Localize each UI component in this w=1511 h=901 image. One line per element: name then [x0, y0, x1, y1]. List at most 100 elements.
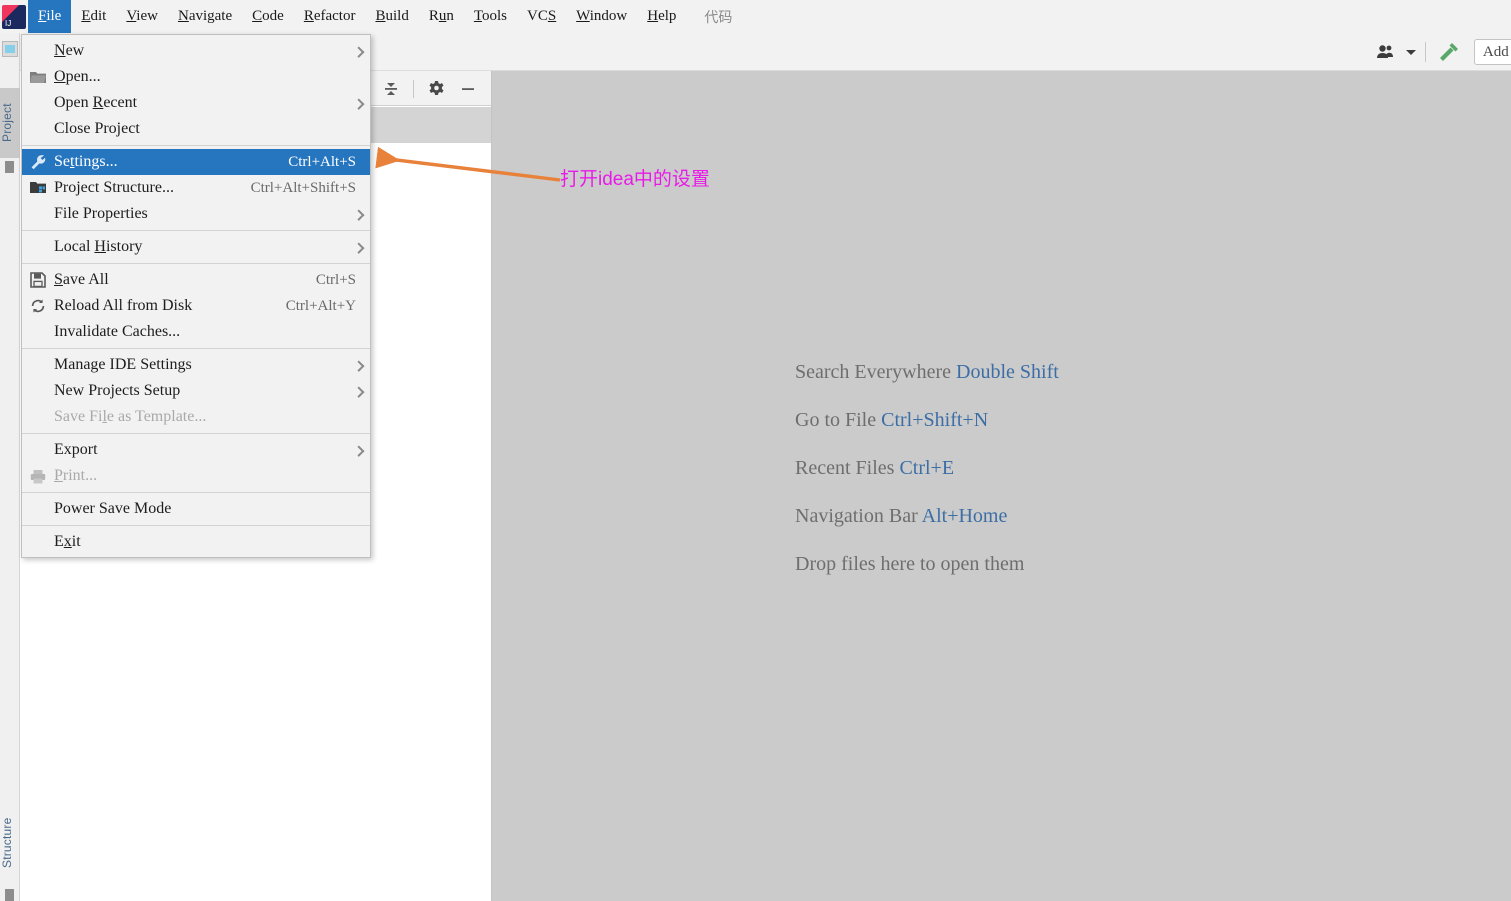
menu-item-invalidate-caches[interactable]: Invalidate Caches...: [22, 319, 370, 345]
shortcut-hint-text: Drop files here to open them: [795, 553, 1025, 575]
menubar-item-navigate[interactable]: Navigate: [168, 0, 242, 33]
toolbar-right-group: Add Co: [1369, 33, 1511, 71]
printer-icon: [29, 467, 47, 485]
menu-item-label: Open...: [54, 68, 101, 85]
menubar-item-code[interactable]: Code: [242, 0, 294, 33]
menu-item-label: New: [54, 42, 85, 59]
user-accounts-icon[interactable]: [1369, 37, 1403, 67]
menubar-item-run[interactable]: Run: [419, 0, 464, 33]
menu-item-label: File Properties: [54, 205, 148, 222]
menu-item-label: Invalidate Caches...: [54, 323, 181, 340]
menu-item-close-project[interactable]: Close Project: [22, 116, 370, 142]
stripe-marker-2: [5, 889, 14, 901]
shortcut-hint-row: Go to File Ctrl+Shift+N: [795, 409, 1059, 432]
add-configuration-button[interactable]: Add Co: [1473, 39, 1511, 65]
menu-item-new-projects-setup[interactable]: New Projects Setup: [22, 378, 370, 404]
menubar-item-edit[interactable]: Edit: [71, 0, 116, 33]
menu-item-shortcut: Ctrl+Alt+Y: [285, 297, 356, 314]
menu-item-reload-all-from-disk[interactable]: Reload All from Disk Ctrl+Alt+Y: [22, 293, 370, 319]
shortcut-hint-row: Recent Files Ctrl+E: [795, 457, 1059, 480]
menubar-item-label: Build: [375, 8, 409, 24]
shortcut-hint-keys: Alt+Home: [921, 505, 1008, 527]
ide-window: File Edit View Navigate Code Refactor Build Run…: [0, 0, 1511, 901]
menu-item-label: Open Recent: [54, 94, 138, 111]
menubar-item-help[interactable]: Help: [637, 0, 686, 33]
menu-item-save-file-as-template: Save File as Template...: [22, 404, 370, 430]
menubar-item-tools[interactable]: Tools: [464, 0, 517, 33]
menu-item-label: Close Project: [54, 120, 140, 137]
menu-divider: [22, 348, 370, 349]
menu-item-print: Print...: [22, 463, 370, 489]
menu-item-open[interactable]: Open...: [22, 64, 370, 90]
project-structure-icon: [29, 179, 47, 197]
shortcut-hint-text: Navigation Bar: [795, 505, 922, 527]
shortcut-hint-row: Search Everywhere Double Shift: [795, 361, 1059, 384]
menu-item-shortcut: Ctrl+Alt+Shift+S: [250, 179, 356, 196]
add-configuration-label: Add Co: [1482, 43, 1511, 60]
menubar-item-file[interactable]: File: [28, 0, 72, 33]
annotation-label: 打开idea中的设置: [560, 169, 710, 190]
file-menu-dropdown: New Open... Open Recent Close Project Settin…: [21, 34, 371, 558]
menubar-item-label: Edit: [81, 8, 107, 24]
menu-item-file-properties[interactable]: File Properties: [22, 201, 370, 227]
menu-item-manage-ide-settings[interactable]: Manage IDE Settings: [22, 352, 370, 378]
menubar-item-refactor[interactable]: Refactor: [294, 0, 366, 33]
chevron-down-icon[interactable]: [1403, 37, 1419, 67]
menu-item-project-structure[interactable]: Project Structure... Ctrl+Alt+Shift+S: [22, 175, 370, 201]
menu-item-open-recent[interactable]: Open Recent: [22, 90, 370, 116]
hide-minimize-icon[interactable]: [453, 76, 483, 102]
wrench-settings-icon: [29, 153, 47, 171]
shortcut-hint-row: Drop files here to open them: [795, 553, 1059, 576]
menubar-item-label: Tools: [473, 8, 507, 24]
menu-item-label: Reload All from Disk: [54, 297, 193, 314]
menubar-item-view[interactable]: View: [116, 0, 168, 33]
menu-bar: File Edit View Navigate Code Refactor Build Run…: [0, 0, 1511, 33]
menu-item-new[interactable]: New: [22, 38, 370, 64]
menubar-item-label: Code: [252, 8, 284, 24]
menubar-item-build[interactable]: Build: [365, 0, 418, 33]
stripe-marker: [5, 161, 14, 173]
menu-item-save-all[interactable]: Save All Ctrl+S: [22, 267, 370, 293]
menu-item-export[interactable]: Export: [22, 437, 370, 463]
shortcut-hint-text: Recent Files: [795, 457, 900, 479]
project-window-icon[interactable]: [2, 41, 18, 57]
menubar-item-label: Run: [428, 8, 454, 24]
toolbar-separator: [1424, 42, 1426, 62]
reload-refresh-icon: [29, 297, 47, 315]
menubar-item-label: VCS: [526, 8, 557, 24]
sidebar-item-structure[interactable]: Structure: [0, 803, 20, 883]
collapse-all-icon[interactable]: [376, 76, 406, 102]
sidebar-item-project[interactable]: Project: [0, 88, 20, 158]
menu-item-settings[interactable]: Settings... Ctrl+Alt+S: [22, 149, 370, 175]
menubar-extra-label: 代码: [704, 8, 733, 25]
menu-item-label: Settings...: [54, 153, 118, 170]
menu-item-power-save-mode[interactable]: Power Save Mode: [22, 496, 370, 522]
shortcut-hint-keys: Ctrl+Shift+N: [881, 409, 989, 431]
shortcut-hint-text: Go to File: [795, 409, 882, 431]
menu-item-local-history[interactable]: Local History: [22, 234, 370, 260]
folder-open-icon: [29, 68, 47, 86]
menu-divider: [22, 145, 370, 146]
menubar-item-window[interactable]: Window: [566, 0, 637, 33]
shortcut-hint-keys: Double Shift: [956, 361, 1059, 383]
menu-item-label: Manage IDE Settings: [54, 356, 192, 373]
menubar-item-vcs[interactable]: VCS: [517, 0, 566, 33]
menu-item-label: Save File as Template...: [54, 408, 207, 425]
editor-empty-area: Search Everywhere Double Shift Go to File…: [492, 71, 1511, 901]
menubar-item-label: Window: [576, 8, 628, 24]
menubar-item-label: File: [38, 8, 62, 24]
menu-item-shortcut: Ctrl+S: [315, 271, 356, 288]
save-disk-icon: [29, 271, 47, 289]
left-tool-window-stripe: Project Structure es: [0, 33, 20, 901]
menu-item-label: Exit: [54, 533, 81, 550]
menu-item-label: Project Structure...: [54, 179, 174, 196]
menubar-item-label: Refactor: [303, 8, 356, 24]
settings-gear-icon[interactable]: [421, 76, 451, 102]
hammer-build-icon[interactable]: [1432, 37, 1466, 67]
menu-item-exit[interactable]: Exit: [22, 529, 370, 555]
menubar-item-label: View: [126, 8, 158, 24]
menu-item-shortcut: Ctrl+Alt+S: [288, 153, 356, 170]
menu-item-label: New Projects Setup: [54, 382, 181, 399]
menubar-item-label: Help: [647, 8, 677, 24]
menu-item-label: Print...: [54, 467, 98, 484]
